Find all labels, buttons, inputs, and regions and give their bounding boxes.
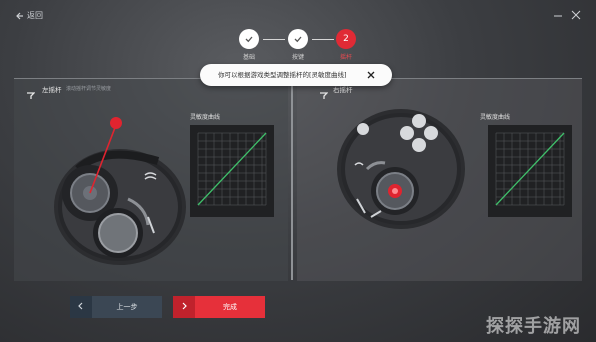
chevron-left-icon[interactable] bbox=[70, 296, 92, 318]
close-icon[interactable] bbox=[364, 68, 378, 82]
step-3-indicator: 2 bbox=[336, 29, 356, 49]
minimize-icon[interactable] bbox=[553, 9, 563, 25]
finish-button[interactable]: 完成 bbox=[195, 296, 265, 318]
back-arrow-icon[interactable] bbox=[14, 11, 24, 21]
left-controller-graphic bbox=[48, 109, 198, 273]
step-3-label: 摇杆 bbox=[339, 54, 352, 61]
site-watermark: 探探手游网 bbox=[486, 316, 581, 337]
right-curve-title: 灵敏度曲线 bbox=[480, 114, 511, 121]
left-stick-panel: 左摇杆 滚动摇杆调节灵敏度 灵敏度曲线 bbox=[14, 78, 288, 281]
step-connector bbox=[263, 39, 285, 40]
progress-stepper: 2 基础 按键 摇杆 bbox=[236, 25, 360, 65]
left-stick-title: 左摇杆 bbox=[42, 86, 62, 94]
panel-divider bbox=[291, 80, 293, 280]
step-2-label: 按键 bbox=[291, 54, 304, 61]
left-sensitivity-curve-chart[interactable] bbox=[190, 125, 274, 217]
right-sensitivity-curve-chart[interactable] bbox=[488, 125, 572, 217]
close-icon[interactable] bbox=[571, 9, 581, 25]
step-1-label: 基础 bbox=[242, 54, 255, 61]
joystick-icon bbox=[26, 85, 36, 104]
right-stick-panel: 右摇杆 灵敏度曲线 bbox=[297, 78, 582, 281]
chevron-right-icon[interactable] bbox=[173, 296, 195, 318]
left-curve-title: 灵敏度曲线 bbox=[190, 114, 221, 121]
previous-step-button[interactable]: 上一步 bbox=[92, 296, 162, 318]
back-button-label[interactable]: 返回 bbox=[27, 11, 43, 21]
step-1-check-icon bbox=[239, 29, 259, 49]
hint-tooltip: 你可以根据游戏类型调整摇杆的[灵敏度曲线] bbox=[200, 64, 392, 86]
joystick-icon bbox=[319, 85, 329, 104]
step-connector bbox=[312, 39, 334, 40]
left-stick-subtitle: 滚动摇杆调节灵敏度 bbox=[66, 86, 112, 92]
right-controller-graphic bbox=[335, 105, 471, 239]
hint-tooltip-text: 你可以根据游戏类型调整摇杆的[灵敏度曲线] bbox=[218, 71, 347, 79]
step-2-check-icon bbox=[288, 29, 308, 49]
